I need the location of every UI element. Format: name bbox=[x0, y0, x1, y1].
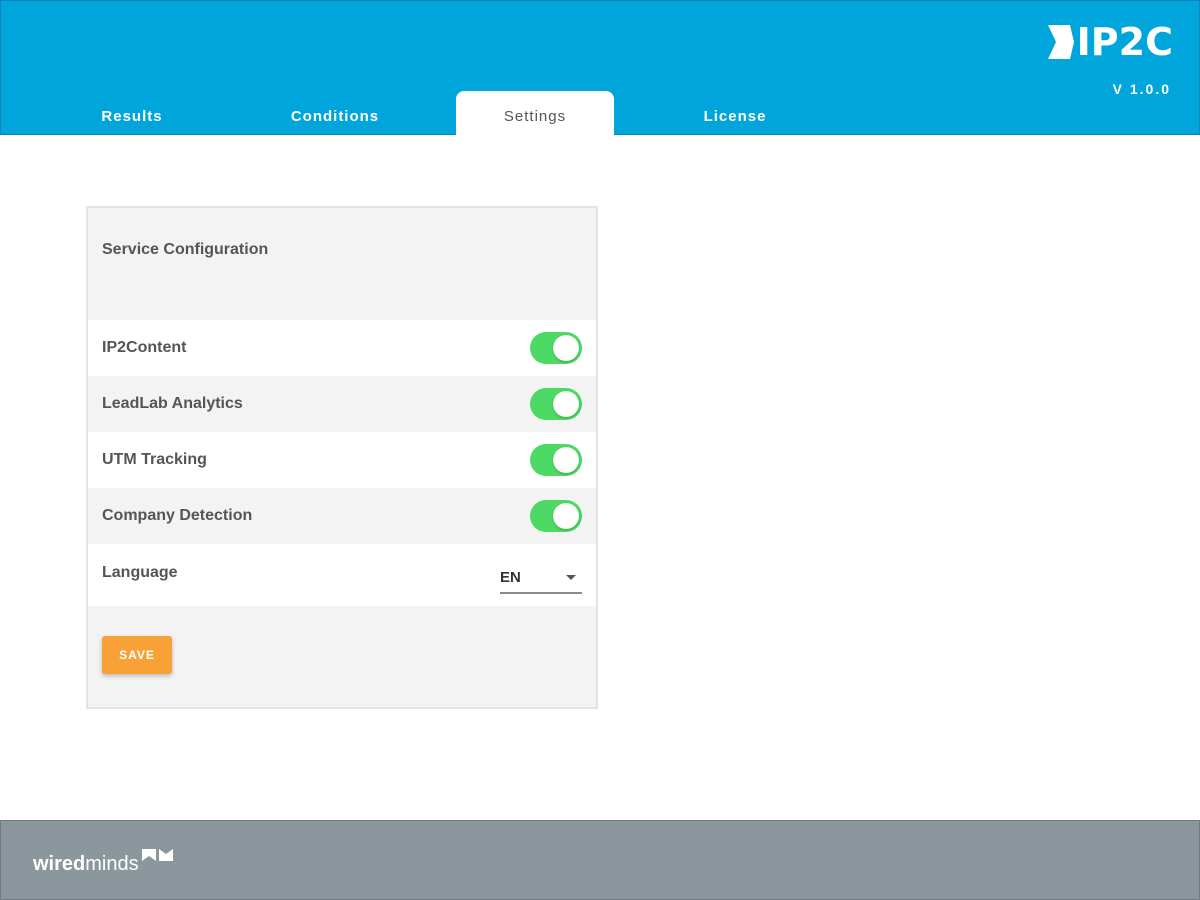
setting-row-language: Language EN bbox=[88, 544, 596, 606]
toggle-knob bbox=[553, 391, 579, 417]
leadlab-analytics-toggle[interactable] bbox=[530, 388, 582, 420]
setting-row-leadlab-analytics: LeadLab Analytics bbox=[88, 376, 596, 432]
caret-down-icon bbox=[566, 574, 576, 580]
language-select[interactable]: EN bbox=[500, 562, 582, 594]
logo-chevron-icon bbox=[1047, 25, 1074, 59]
setting-row-company-detection: Company Detection bbox=[88, 488, 596, 544]
service-configuration-card: Service Configuration IP2Content LeadLab… bbox=[86, 206, 598, 709]
setting-label: IP2Content bbox=[102, 339, 187, 356]
app-header: IP2C V 1.0.0 Results Conditions Settings… bbox=[0, 0, 1200, 136]
setting-label: Company Detection bbox=[102, 507, 253, 524]
app-footer: wired minds bbox=[0, 820, 1200, 900]
card-title: Service Configuration bbox=[102, 241, 269, 258]
setting-row-utm-tracking: UTM Tracking bbox=[88, 432, 596, 488]
tab-results[interactable]: Results bbox=[53, 91, 211, 136]
logo-text: IP2C bbox=[1076, 20, 1173, 64]
setting-label: LeadLab Analytics bbox=[102, 395, 243, 412]
ip2c-logo: IP2C bbox=[1047, 20, 1173, 64]
setting-label: UTM Tracking bbox=[102, 451, 207, 468]
brand-light: minds bbox=[85, 853, 139, 875]
setting-label: Language bbox=[102, 564, 178, 581]
tab-conditions[interactable]: Conditions bbox=[256, 91, 414, 136]
company-detection-toggle[interactable] bbox=[530, 500, 582, 532]
version-label: V 1.0.0 bbox=[1112, 81, 1171, 97]
language-value: EN bbox=[500, 568, 521, 586]
tab-settings[interactable]: Settings bbox=[456, 91, 614, 136]
toggle-knob bbox=[553, 503, 579, 529]
toggle-knob bbox=[553, 335, 579, 361]
ip2content-toggle[interactable] bbox=[530, 332, 582, 364]
wm-mark-icon bbox=[141, 849, 173, 861]
brand-bold: wired bbox=[33, 853, 86, 875]
toggle-knob bbox=[553, 447, 579, 473]
setting-row-ip2content: IP2Content bbox=[88, 320, 596, 376]
save-button[interactable]: SAVE bbox=[102, 636, 172, 674]
utm-tracking-toggle[interactable] bbox=[530, 444, 582, 476]
tab-license[interactable]: License bbox=[656, 91, 814, 136]
main-tabs: Results Conditions Settings License bbox=[1, 91, 901, 136]
wiredminds-logo: wired minds bbox=[33, 849, 174, 875]
